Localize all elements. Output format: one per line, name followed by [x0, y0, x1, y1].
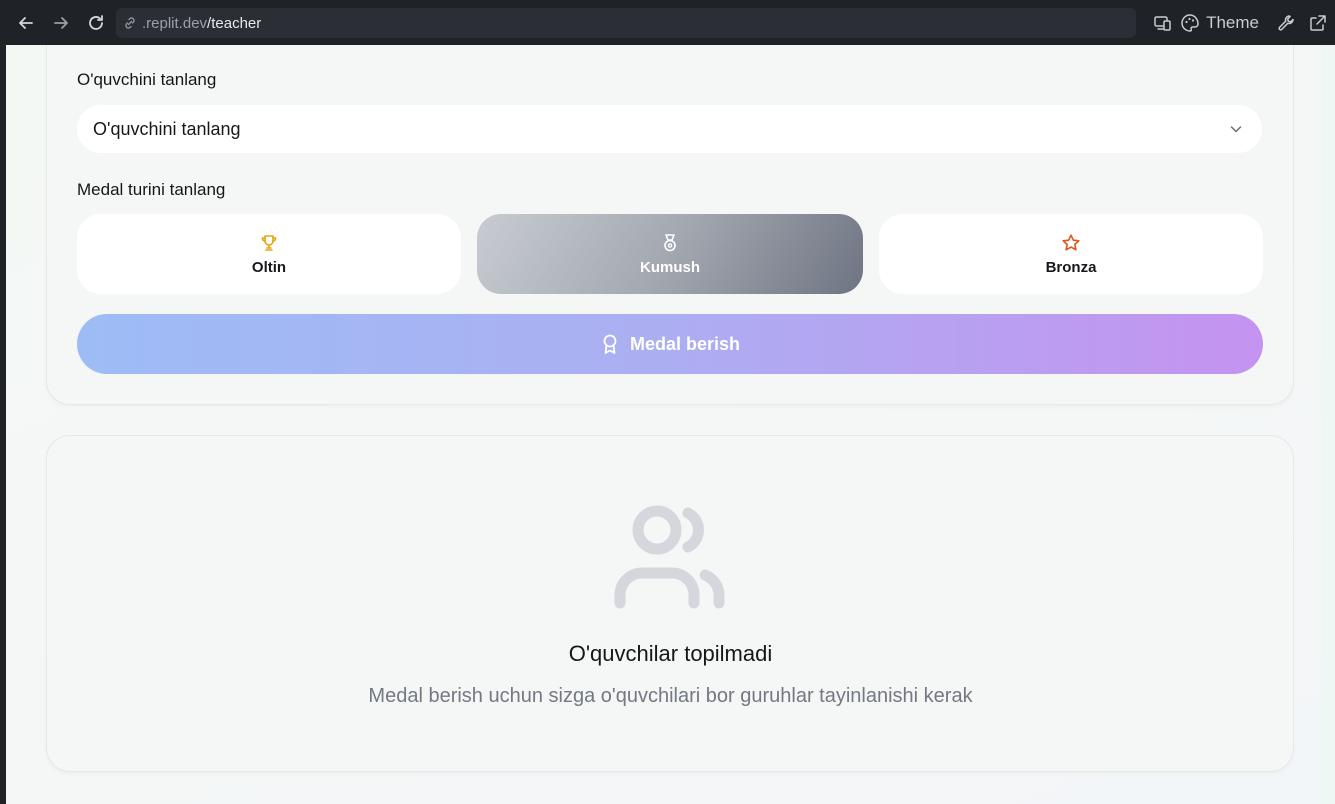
reload-button[interactable] [84, 11, 108, 35]
arrow-left-icon [19, 17, 33, 29]
empty-state-title: O'quvchilar topilmadi [568, 641, 773, 666]
arrow-right-icon [54, 17, 68, 29]
star-icon [1062, 233, 1080, 251]
palette-icon [1181, 13, 1199, 32]
browser-toolbar: .replit.dev/teacher Theme [0, 0, 1335, 45]
theme-button[interactable]: Theme [1180, 0, 1271, 45]
empty-state-subtitle: Medal berish uchun sizga o'quvchilari bo… [368, 685, 973, 707]
trophy-icon [261, 234, 277, 251]
devices-icon [1154, 15, 1171, 31]
medal-option-label: Kumush [640, 258, 700, 276]
student-select-label: O'quvchini tanlang [77, 70, 217, 89]
medal-option-label: Oltin [251, 258, 287, 276]
medal-option-gold[interactable]: Oltin [77, 214, 461, 294]
chevron-down-icon [1230, 126, 1242, 133]
medal-option-label: Bronza [1045, 258, 1097, 276]
reload-icon [89, 15, 103, 30]
medal-option-bronze[interactable]: Bronza [879, 214, 1263, 294]
theme-label: Theme [1206, 12, 1259, 32]
wrench-icon [1278, 14, 1294, 31]
medal-type-label: Medal turini tanlang [77, 180, 226, 199]
give-medal-button[interactable]: Medal berish [77, 314, 1263, 374]
open-external-button[interactable] [1301, 0, 1335, 45]
back-button[interactable] [14, 11, 38, 35]
link-icon [125, 17, 135, 29]
browser-tools: Theme [1146, 0, 1335, 45]
devices-button[interactable] [1146, 0, 1180, 45]
page-viewport: O'quvchini tanlang O'quvchini tanlang Me… [6, 45, 1335, 804]
url-domain: .replit.dev [142, 14, 208, 32]
medal-icon [664, 233, 676, 251]
student-select-value: O'quvchini tanlang [93, 118, 241, 139]
give-medal-label: Medal berish [629, 333, 741, 354]
medal-option-silver[interactable]: Kumush [477, 214, 863, 294]
external-link-icon [1310, 14, 1326, 31]
url-path: /teacher [207, 14, 262, 32]
student-select[interactable]: O'quvchini tanlang [77, 105, 1262, 153]
award-icon [603, 334, 617, 354]
forward-button[interactable] [49, 11, 73, 35]
address-bar[interactable]: .replit.dev/teacher [116, 8, 1136, 38]
users-icon [614, 505, 725, 609]
tools-button[interactable] [1271, 0, 1301, 45]
